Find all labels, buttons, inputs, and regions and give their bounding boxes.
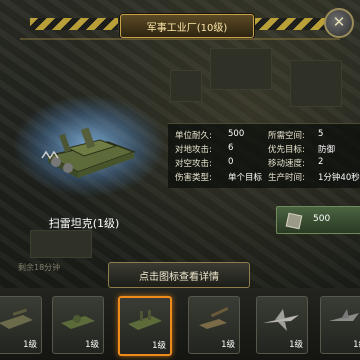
cost-value: 500 — [313, 214, 331, 224]
stat-priority: 优先目标: — [268, 143, 305, 155]
title-banner: 军事工业厂(10级) — [120, 14, 254, 38]
stat-label: 伤害类型: — [175, 173, 212, 183]
background-building — [170, 70, 202, 102]
stat-space: 所需空间: — [268, 129, 305, 141]
background-building — [290, 60, 342, 107]
produce-cost-button[interactable]: 500 — [276, 206, 360, 234]
slot-level: 1级 — [221, 340, 235, 350]
stat-damage-type-value: 单个目标 — [228, 171, 262, 183]
stat-damage-type: 伤害类型: — [175, 171, 212, 183]
unit-slot-fighter-jet[interactable]: 1级 — [256, 296, 308, 354]
artillery-icon — [199, 307, 229, 329]
stat-space-value: 5 — [318, 129, 323, 139]
background-building — [30, 230, 92, 258]
stat-value: 2 — [318, 157, 324, 167]
header-divider — [20, 38, 340, 40]
stat-durability: 单位耐久: — [175, 129, 212, 141]
unit-name: 扫雷坦克(1级) — [48, 217, 120, 230]
unit-slot-aircraft[interactable]: 1级 — [320, 296, 360, 354]
stat-value: 0 — [228, 157, 234, 167]
slot-level: 1级 — [85, 340, 99, 350]
slot-level: 1级 — [353, 340, 360, 350]
stat-value: 5 — [318, 129, 324, 139]
unit-slot-minesweeper-tank[interactable]: 1级 — [118, 296, 172, 356]
stat-label: 优先目标: — [268, 145, 305, 155]
stat-durability-value: 500 — [228, 129, 244, 139]
stat-label: 所需空间: — [268, 131, 305, 141]
stat-speed: 移动速度: — [268, 157, 305, 169]
tank-icon — [0, 308, 33, 329]
page-title: 军事工业厂(10级) — [146, 22, 228, 34]
aircraft-icon — [329, 309, 359, 321]
stat-label: 生产时间: — [268, 173, 305, 183]
slot-level: 1级 — [23, 340, 37, 350]
unit-slot-light-tank[interactable]: 1级 — [52, 296, 104, 354]
remaining-time-hint: 剩余18分钟 — [18, 263, 61, 272]
view-details-label: 点击图标查看详情 — [139, 271, 219, 283]
stat-air-attack: 对空攻击: — [175, 157, 212, 169]
slot-level: 1级 — [152, 341, 166, 351]
stat-air-attack-value: 0 — [228, 157, 233, 167]
stat-build-time: 生产时间: — [268, 171, 305, 183]
stat-label: 对地攻击: — [175, 145, 212, 155]
fighter-jet-icon — [263, 309, 299, 331]
stat-priority-value: 防御 — [318, 143, 335, 155]
stat-value: 1分钟40秒 — [318, 173, 360, 183]
stat-value: 防御 — [318, 145, 336, 155]
background-building — [210, 48, 272, 90]
light-tank-icon — [61, 315, 95, 329]
view-details-button[interactable]: 点击图标查看详情 — [108, 262, 250, 288]
stat-label: 单位耐久: — [175, 131, 212, 141]
unit-slot-tank[interactable]: 1级 — [0, 296, 42, 354]
stat-value: 单个目标 — [228, 173, 263, 183]
slot-level: 1级 — [289, 340, 303, 350]
stat-label: 移动速度: — [268, 159, 305, 169]
stat-ground-attack-value: 6 — [228, 143, 233, 153]
stat-value: 500 — [228, 129, 245, 139]
stat-label: 对空攻击: — [175, 159, 212, 169]
unit-slot-artillery[interactable]: 1级 — [188, 296, 240, 354]
stat-ground-attack: 对地攻击: — [175, 143, 212, 155]
close-button[interactable]: ✕ — [324, 8, 354, 38]
hazard-stripe-left — [30, 18, 118, 30]
minesweeper-tank-icon — [128, 310, 162, 330]
minesweeper-tank-image — [41, 127, 137, 178]
stat-value: 6 — [228, 143, 234, 153]
stat-speed-value: 2 — [318, 157, 323, 167]
stat-build-time-value: 1分钟40秒 — [318, 171, 360, 183]
resource-icon — [285, 212, 303, 230]
close-icon: ✕ — [332, 13, 346, 31]
hazard-stripe-right — [254, 18, 330, 30]
